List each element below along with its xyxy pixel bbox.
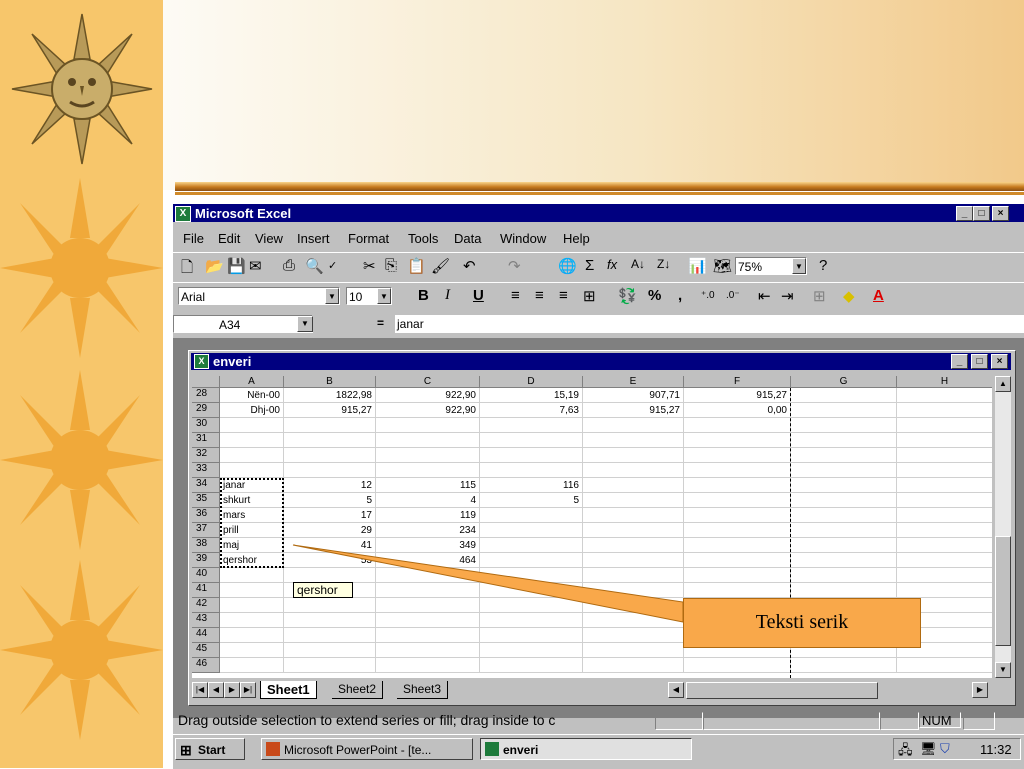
callout-box: Teksti serik [683, 598, 921, 648]
fill-tooltip: qershor [293, 582, 353, 598]
callout-pointer [292, 544, 684, 623]
